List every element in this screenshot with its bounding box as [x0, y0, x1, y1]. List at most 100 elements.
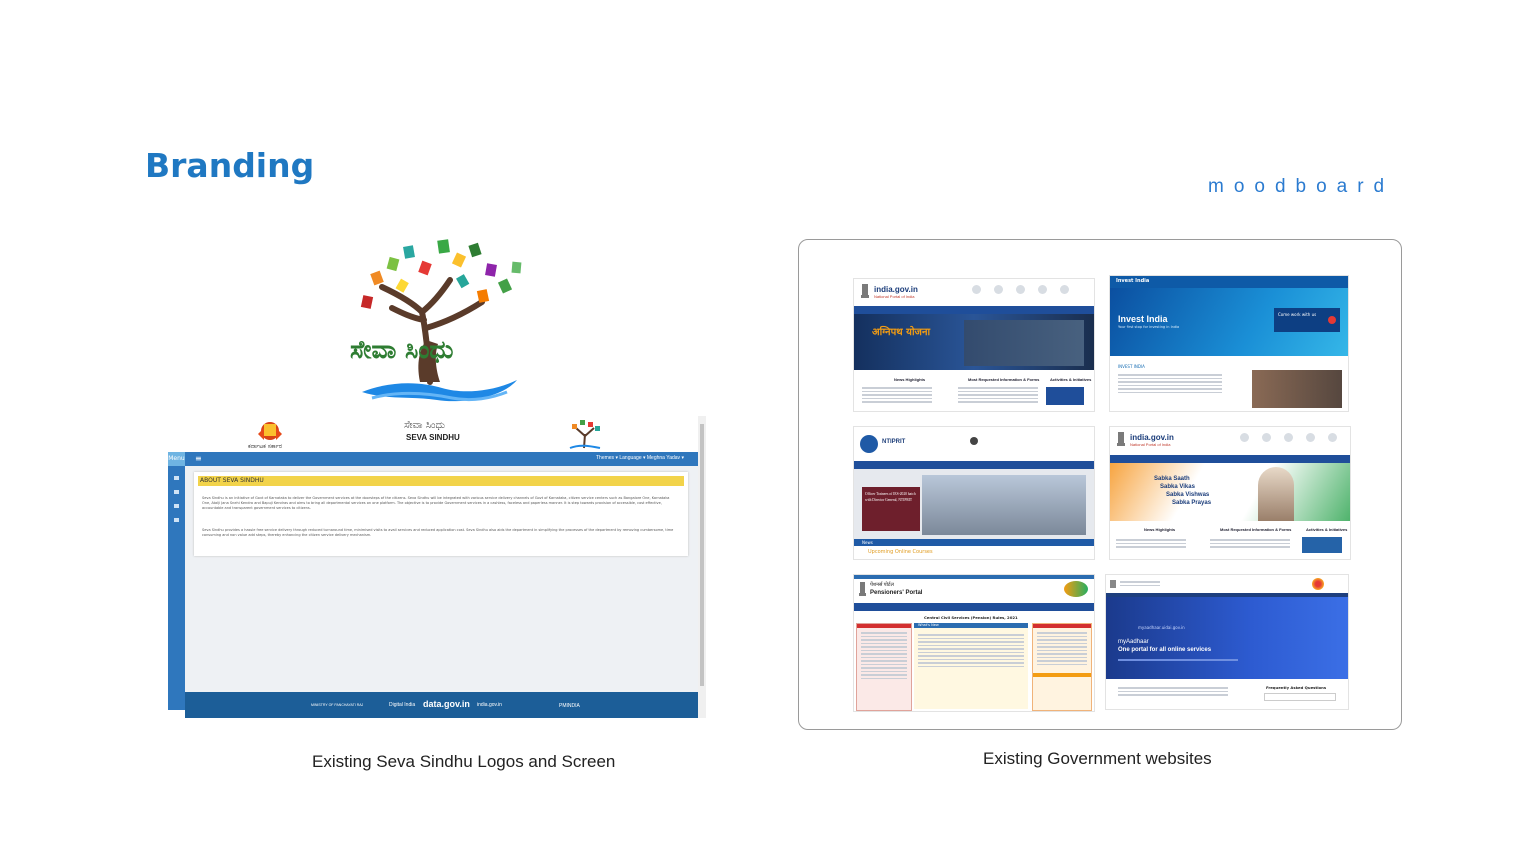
slogan-line: Sabka Saath — [1154, 476, 1190, 482]
site-thumb-pensioners-portal[interactable]: पेंशनर्स पोर्टल Pensioners' Portal Centr… — [853, 574, 1095, 712]
search-bar[interactable] — [1110, 455, 1350, 463]
ashoka-emblem-icon — [1110, 580, 1116, 588]
site-title: india.gov.in — [1130, 433, 1174, 442]
left-caption: Existing Seva Sindhu Logos and Screen — [312, 752, 616, 771]
site-navbar[interactable] — [854, 603, 1094, 611]
section-heading: News Highlights — [894, 377, 926, 382]
footer-ministry[interactable]: MINISTRY OF PANCHAYATI RAJ — [311, 703, 363, 707]
nav-icon[interactable] — [1240, 433, 1249, 442]
section-heading: Activities & Initiatives — [1050, 377, 1092, 382]
site-banner: myaadhaar.uidai.gov.in myAadhaar One por… — [1106, 597, 1348, 679]
sidebar-share-icon[interactable] — [174, 490, 179, 494]
about-paragraph-1: Seva Sindhu is an initiative of Govt of … — [202, 496, 670, 510]
text-lines — [1120, 579, 1160, 588]
screen-sidebar — [168, 466, 185, 710]
nav-icon[interactable] — [1328, 433, 1337, 442]
site-header: पेंशनर्स पोर्टल Pensioners' Portal — [854, 579, 1094, 601]
sidebar-list-icon[interactable] — [174, 504, 179, 508]
site-banner: Sabka Saath Sabka Vikas Sabka Vishwas Sa… — [1110, 463, 1350, 521]
footer-pmindia[interactable]: PMINDIA — [559, 703, 580, 709]
cta-arrow-icon[interactable] — [1328, 316, 1336, 324]
site-title: Invest India — [1116, 278, 1150, 284]
notice-title: Central Civil Services (Pension) Rules, … — [924, 615, 1018, 620]
banner-subtitle: Your first stop for investing in India — [1118, 325, 1180, 329]
ashoka-emblem-icon — [1117, 432, 1125, 446]
scrollbar-thumb[interactable] — [700, 424, 704, 686]
site-header: india.gov.in National Portal of India — [1110, 427, 1350, 453]
text-lines — [1118, 372, 1222, 395]
site-thumb-invest-india[interactable]: Invest India Invest India Your first sto… — [1109, 275, 1349, 412]
banner-title: myAadhaar — [1118, 639, 1149, 645]
news-bar: News — [854, 539, 1094, 546]
screen-scrollbar[interactable] — [698, 416, 706, 718]
site-title: Pensioners' Portal — [870, 590, 923, 596]
about-paragraph-2: Seva Sindhu provides a hassle free servi… — [202, 528, 674, 537]
text-lines — [1118, 657, 1238, 663]
banner-photo — [922, 475, 1086, 535]
site-header: NTIPRIT — [854, 427, 1094, 461]
site-navbar[interactable] — [854, 461, 1094, 469]
brand-badge-icon — [1064, 581, 1088, 597]
banner-title: Invest India — [1118, 314, 1168, 324]
text-lines — [1033, 628, 1091, 669]
nav-icon[interactable] — [1016, 285, 1025, 294]
top-links[interactable]: Themes ▾ Language ▾ Meghna Yadav ▾ — [596, 455, 684, 461]
site-thumb-ntiprit[interactable]: NTIPRIT Officer Trainees of IES-2020 bat… — [853, 426, 1095, 560]
site-header: india.gov.in National Portal of India — [854, 279, 1094, 305]
ashoka-emblem-icon — [859, 582, 866, 596]
nav-icon[interactable] — [1306, 433, 1315, 442]
slogan-line: Sabka Vishwas — [1166, 492, 1210, 498]
brand-name: SEVA SINDHU — [406, 433, 460, 442]
section-heading: News Highlights — [1144, 527, 1176, 532]
aadhaar-logo-icon — [1312, 578, 1324, 590]
sidebar-home-icon[interactable] — [174, 476, 179, 480]
banner-portrait — [1258, 467, 1294, 521]
activity-image — [1302, 537, 1342, 553]
hamburger-icon[interactable]: ≡ — [195, 454, 202, 463]
site-thumb-india-gov-1[interactable]: india.gov.in National Portal of India अग… — [853, 278, 1095, 412]
faq-dropdown[interactable] — [1264, 693, 1336, 701]
nav-icon[interactable] — [972, 285, 981, 294]
screen-footer: MINISTRY OF PANCHAYATI RAJ Digital India… — [185, 692, 698, 718]
ntiprit-logo-icon — [860, 435, 878, 453]
banner-url: myaadhaar.uidai.gov.in — [1138, 625, 1185, 630]
site-subtitle: National Portal of India — [874, 294, 915, 299]
text-lines — [857, 628, 911, 683]
site-title: india.gov.in — [874, 285, 918, 294]
mini-tree-logo-icon — [569, 420, 601, 449]
nav-icon[interactable] — [1284, 433, 1293, 442]
cta-box[interactable]: Come work with us — [1274, 308, 1340, 332]
right-links-panel — [1032, 623, 1092, 711]
banner-caption: Officer Trainees of IES-2020 batch with … — [865, 492, 916, 502]
footer-digital-india[interactable]: Digital India — [389, 702, 415, 708]
nav-icon[interactable] — [1060, 285, 1069, 294]
site-thumb-myaadhaar[interactable]: myaadhaar.uidai.gov.in myAadhaar One por… — [1105, 574, 1349, 710]
footer-data-gov[interactable]: data.gov.in — [423, 699, 470, 709]
section-heading: Activities & Initiatives — [1306, 527, 1348, 532]
banner-image — [964, 320, 1084, 366]
banner-text: अग्निपथ योजना — [872, 327, 931, 338]
slogan-line: Sabka Vikas — [1160, 484, 1195, 490]
courses-heading: Upcoming Online Courses — [868, 549, 933, 555]
sidebar-grid-icon[interactable] — [174, 518, 179, 522]
footer-india-gov[interactable]: india.gov.in — [477, 702, 502, 708]
search-bar[interactable] — [854, 306, 1094, 314]
text-lines — [1118, 685, 1228, 698]
nav-icon[interactable] — [1038, 285, 1047, 294]
site-banner: अग्निपथ योजना — [854, 314, 1094, 370]
page-title: Branding — [145, 146, 315, 185]
nav-icon[interactable] — [994, 285, 1003, 294]
site-header — [1106, 575, 1348, 593]
brand-kannada: ಸೇವಾ ಸಿಂಧು — [404, 420, 446, 431]
menu-button[interactable]: Menu — [168, 452, 185, 466]
site-thumb-india-gov-2[interactable]: india.gov.in National Portal of India Sa… — [1109, 426, 1351, 560]
section-heading: Most Requested Information & Forms — [968, 377, 1040, 382]
close-icon[interactable] — [970, 437, 978, 445]
nav-icon[interactable] — [1262, 433, 1271, 442]
text-lines — [862, 385, 932, 405]
section-label: INVEST INDIA — [1118, 364, 1145, 369]
gov-websites-panel: india.gov.in National Portal of India अग… — [798, 239, 1402, 730]
site-banner: Invest India Your first stop for investi… — [1110, 288, 1348, 356]
screen-header: ಕರ್ನಾಟಕ ಸರ್ಕಾರ ಸೇವಾ ಸಿಂಧು SEVA SINDHU — [168, 416, 706, 452]
cta-text: Come work with us — [1278, 312, 1317, 317]
